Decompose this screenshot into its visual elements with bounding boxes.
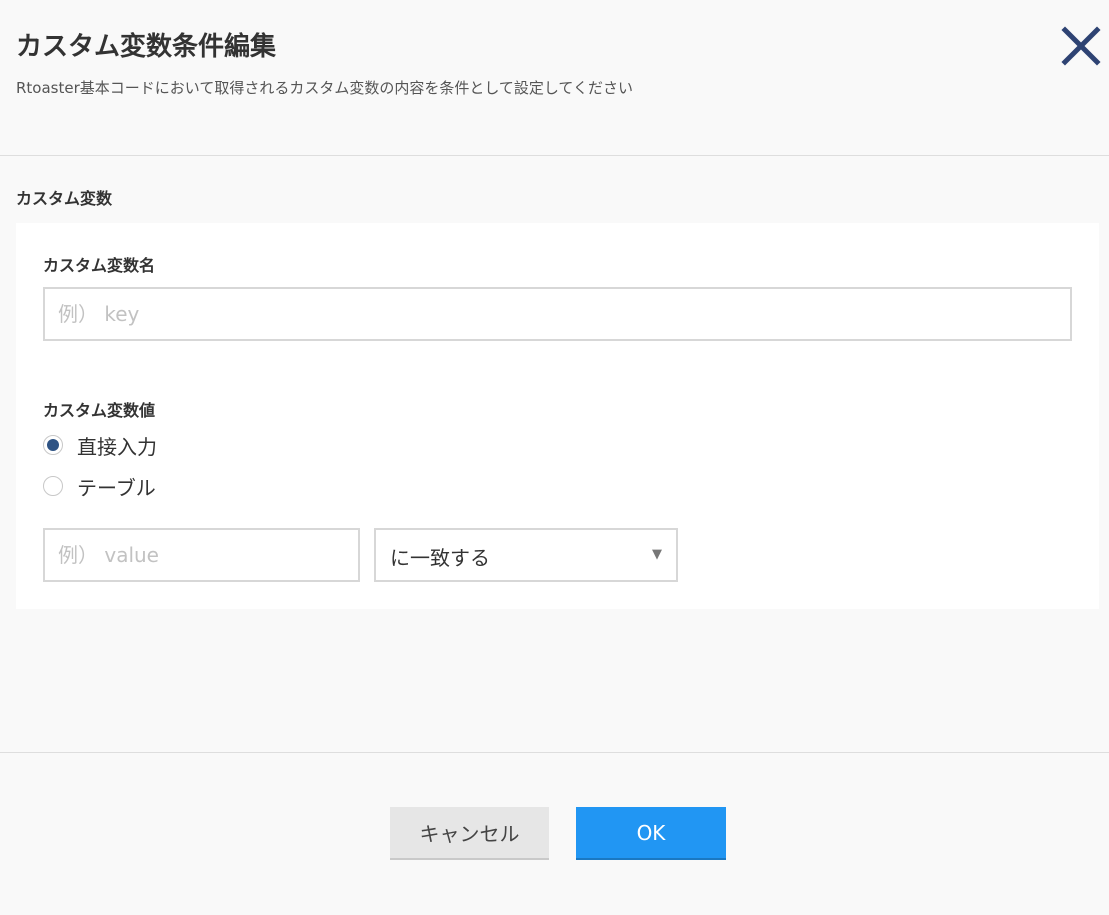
caret-down-icon: ▼ (652, 547, 662, 562)
dialog-header: カスタム変数条件編集 Rtoaster基本コードにおいて取得されるカスタム変数の… (0, 0, 1109, 156)
cancel-button[interactable]: キャンセル (390, 807, 549, 860)
radio-checked-icon[interactable] (43, 435, 63, 455)
match-condition-value: に一致する (390, 546, 490, 570)
dialog-title: カスタム変数条件編集 (16, 32, 277, 62)
ok-button[interactable]: OK (576, 807, 726, 860)
radio-label-table: テーブル (77, 475, 156, 500)
section-label: カスタム変数 (16, 189, 113, 208)
radio-direct-input[interactable]: 直接入力 (43, 432, 157, 459)
variable-value-input[interactable] (43, 528, 360, 582)
close-icon[interactable] (1060, 25, 1102, 67)
footer-divider (0, 752, 1109, 753)
radio-label-direct-input: 直接入力 (77, 434, 157, 459)
custom-variable-card: カスタム変数名 カスタム変数値 直接入力 テーブル に一致する ▼ (16, 223, 1099, 609)
match-condition-select[interactable]: に一致する ▼ (374, 528, 678, 582)
variable-name-label: カスタム変数名 (43, 256, 156, 275)
variable-value-label: カスタム変数値 (43, 401, 156, 420)
dialog-description: Rtoaster基本コードにおいて取得されるカスタム変数の内容を条件として設定し… (16, 79, 633, 97)
variable-name-input[interactable] (43, 287, 1072, 341)
radio-unchecked-icon[interactable] (43, 476, 63, 496)
radio-table[interactable]: テーブル (43, 473, 156, 500)
